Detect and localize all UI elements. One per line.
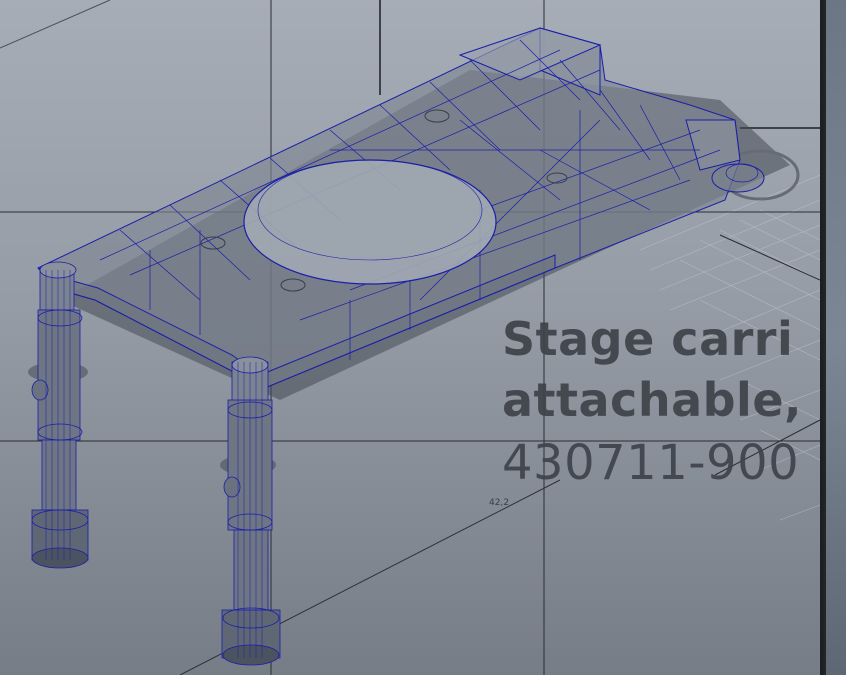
modeling-viewport[interactable]: Stage carri attachable, 430711-900 42,2: [0, 0, 820, 675]
side-panel-edge[interactable]: [820, 0, 846, 675]
annotation-part-number: 430711-900: [502, 435, 800, 491]
dimension-readout: 42,2: [489, 498, 510, 508]
annotation-line-1: Stage carri: [502, 312, 794, 366]
annotation-line-2: attachable,: [502, 373, 802, 427]
side-panel-scrollbar[interactable]: [826, 0, 846, 675]
support-leg-right[interactable]: [221, 356, 281, 666]
